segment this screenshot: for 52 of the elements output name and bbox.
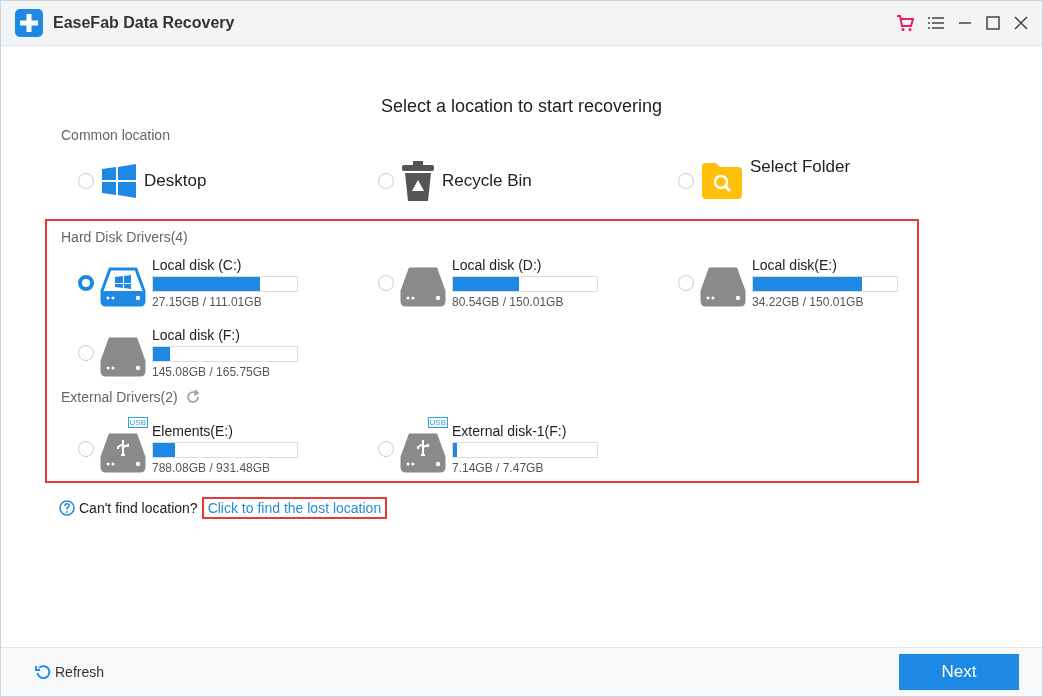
folder-search-icon [702, 163, 742, 199]
usb-badge: USB [127, 417, 148, 428]
disk-name: External disk-1(F:) [452, 423, 568, 439]
hard-drive-icon [100, 265, 146, 307]
help-text: Can't find location? [79, 500, 198, 516]
radio-button[interactable] [378, 173, 394, 189]
close-icon[interactable] [1014, 16, 1028, 30]
disk-name: Local disk (D:) [452, 257, 543, 273]
windows-logo-icon [102, 164, 136, 198]
radio-button[interactable] [678, 275, 694, 291]
usb-drive-icon [400, 431, 446, 473]
menu-icon[interactable] [928, 16, 944, 30]
hard-drive-icon [400, 265, 446, 307]
radio-button[interactable] [378, 275, 394, 291]
disk-size: 34.22GB / 150.01GB [752, 295, 865, 309]
maximize-icon[interactable] [986, 16, 1000, 30]
refresh-button[interactable]: Refresh [35, 664, 105, 680]
app-logo-icon [15, 9, 43, 37]
trash-bin-icon [402, 161, 434, 201]
disk-name: Local disk(E:) [752, 257, 838, 273]
help-icon[interactable] [59, 500, 75, 516]
location-label: Select Folder [750, 157, 851, 177]
window-title: EaseFab Data Recovery [53, 14, 236, 32]
disk-size: 80.54GB / 150.01GB [452, 295, 565, 309]
hard-drive-icon [100, 335, 146, 377]
radio-button[interactable] [78, 345, 94, 361]
disk-size: 145.08GB / 165.75GB [152, 365, 272, 379]
disk-size: 27.15GB / 111.01GB [152, 295, 263, 309]
disk-size: 788.08GB / 931.48GB [152, 461, 272, 475]
hard-drive-icon [700, 265, 746, 307]
section-label: Common location [61, 127, 171, 143]
section-label: Hard Disk Drivers(4) [61, 229, 189, 245]
location-label: Recycle Bin [442, 171, 532, 191]
find-lost-location-link[interactable]: Click to find the lost location [201, 497, 388, 519]
page-heading: Select a location to start recovering [379, 96, 664, 117]
location-label: Desktop [144, 171, 207, 191]
usb-badge: USB [427, 417, 448, 428]
disk-name: Local disk (F:) [152, 327, 241, 343]
section-label: External Drivers(2) [61, 389, 178, 405]
radio-button[interactable] [78, 441, 94, 457]
disk-name: Local disk (C:) [152, 257, 243, 273]
refresh-icon[interactable] [185, 390, 200, 404]
disk-name: Elements(E:) [152, 423, 234, 439]
radio-button[interactable] [678, 173, 694, 189]
radio-button[interactable] [378, 441, 394, 457]
cart-icon[interactable] [896, 14, 914, 32]
disk-size: 7.14GB / 7.47GB [452, 461, 545, 475]
next-button[interactable]: Next [899, 654, 1019, 690]
refresh-icon [35, 664, 51, 680]
usb-drive-icon [100, 431, 146, 473]
radio-button[interactable] [78, 275, 94, 291]
radio-button[interactable] [78, 173, 94, 189]
